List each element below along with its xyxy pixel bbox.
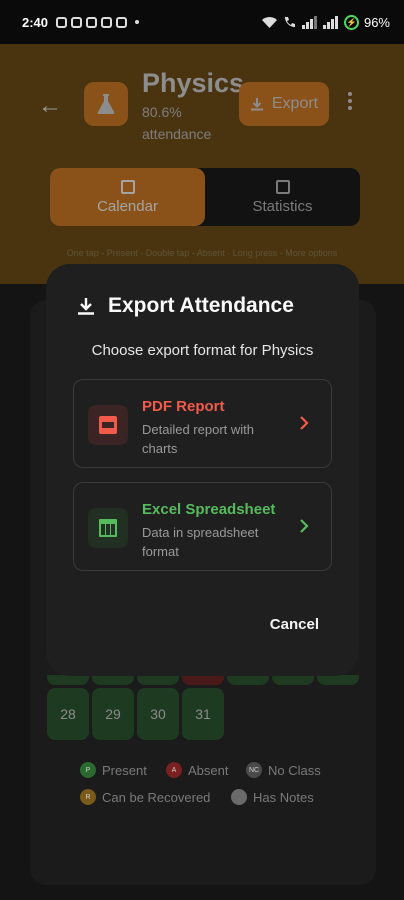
cancel-button[interactable]: Cancel (270, 616, 319, 633)
legend-present: P Present (80, 762, 147, 778)
tab-statistics-label: Statistics (252, 197, 313, 215)
battery-charging-icon: ⚡ (343, 14, 359, 30)
legend-label: No Class (268, 762, 321, 778)
legend-absent: A Absent (166, 762, 228, 778)
dialog-title-text: Export Attendance (108, 294, 294, 317)
battery-level: 96% (363, 14, 390, 30)
notification-icons (56, 16, 140, 28)
calendar-day-cell[interactable]: 30 (137, 688, 179, 740)
download-icon (250, 98, 263, 111)
tab-calendar[interactable]: Calendar (50, 168, 205, 226)
signal-icon (322, 15, 338, 29)
export-button-label: Export (271, 95, 319, 112)
export-button[interactable]: Export (239, 82, 329, 126)
legend-label: Present (102, 762, 147, 778)
attendance-percent: 80.6% (142, 104, 182, 120)
chevron-right-icon (300, 519, 309, 533)
statistics-icon (275, 179, 290, 194)
option-title: PDF Report (142, 398, 225, 415)
status-bar: 2:40 ⚡ 96% (0, 0, 404, 44)
page-title: Physics (142, 68, 245, 98)
table-icon (88, 508, 128, 548)
dialog-title: Export Attendance (76, 294, 294, 318)
subject-badge (84, 82, 128, 126)
view-tabs: Calendar Statistics (50, 168, 360, 226)
back-arrow-icon[interactable]: ← (38, 92, 62, 120)
legend-label: Absent (188, 762, 229, 778)
calendar-day-cell[interactable] (227, 675, 269, 685)
flask-icon (97, 94, 115, 114)
legend-no-class: NC No Class (246, 762, 321, 778)
download-icon (78, 298, 94, 315)
calendar-day-cell[interactable] (47, 675, 89, 685)
legend-recoverable: R Can be Recovered (80, 789, 210, 805)
calendar-day-cell[interactable]: 28 (47, 688, 89, 740)
calendar-day-cell[interactable] (137, 675, 179, 685)
has-notes-badge-icon (231, 789, 247, 805)
notification-icon (116, 16, 128, 28)
legend-has-notes: Has Notes (231, 789, 314, 805)
absent-badge-icon: A (166, 762, 182, 778)
calendar-day-cell[interactable]: 31 (182, 688, 224, 740)
calendar-day-cell[interactable] (317, 675, 359, 685)
attendance-label: attendance (142, 126, 212, 142)
pdf-icon (88, 405, 128, 445)
calendar-day-cell[interactable] (272, 675, 314, 685)
notification-icon (56, 16, 68, 28)
no-class-badge-icon: NC (246, 762, 262, 778)
pdf-report-option[interactable]: PDF Report Detailed report with charts (73, 379, 332, 468)
option-title: Excel Spreadsheet (142, 501, 276, 518)
option-description: Data in spreadsheet format (142, 525, 259, 559)
dialog-subtitle: Choose export format for Physics (91, 342, 314, 359)
present-badge-icon: P (80, 762, 96, 778)
calendar-day-cell[interactable] (92, 675, 134, 685)
excel-spreadsheet-option[interactable]: Excel Spreadsheet Data in spreadsheet fo… (73, 482, 332, 571)
subject-header: ← Physics 80.6% attendance Export Calend… (0, 44, 404, 284)
wifi-icon (261, 16, 277, 28)
legend-label: Can be Recovered (102, 789, 211, 805)
export-dialog: Export Attendance Choose export format f… (46, 264, 359, 676)
status-time: 2:40 (22, 14, 49, 30)
tab-calendar-label: Calendar (97, 197, 158, 215)
notification-icon (86, 16, 98, 28)
legend-label: Has Notes (253, 789, 314, 805)
gesture-hint: One tap - Present · Double tap - Absent … (66, 248, 338, 258)
calendar-icon (120, 179, 135, 194)
more-notifications-icon (135, 20, 140, 24)
status-right: ⚡ 96% (261, 14, 390, 30)
more-options-icon[interactable] (348, 92, 352, 110)
recoverable-badge-icon: R (80, 789, 96, 805)
notification-icon (71, 16, 83, 28)
option-description: Detailed report with charts (142, 422, 254, 456)
calendar-day-cell[interactable] (182, 675, 224, 685)
tab-statistics[interactable]: Statistics (205, 168, 360, 226)
chevron-right-icon (300, 416, 309, 430)
notification-icon (101, 16, 113, 28)
calendar-day-cell[interactable]: 29 (92, 688, 134, 740)
signal-icon (301, 15, 317, 29)
call-icon (284, 16, 295, 27)
